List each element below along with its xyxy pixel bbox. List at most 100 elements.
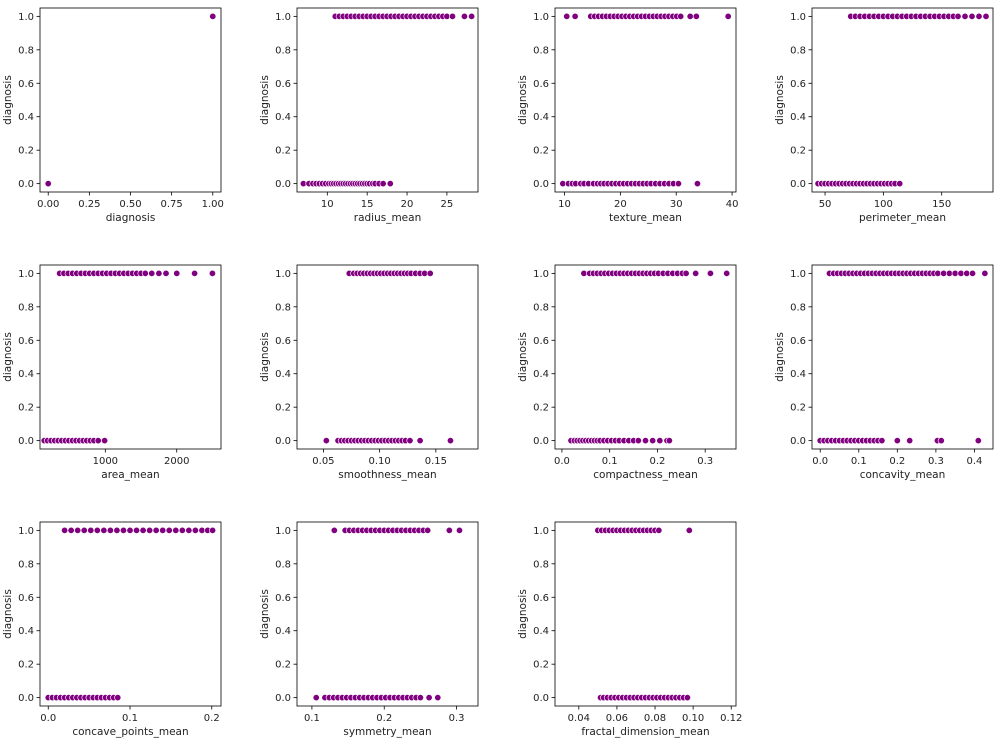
subplot-fractal_dimension_mean: 0.0 0.2 0.4 0.6 0.8 1.0 0.04 0.06 0.08 0.10 0.12 fr…	[517, 521, 742, 738]
x-tick-label: 0.25	[78, 199, 100, 210]
x-tick-label: 1.00	[202, 199, 224, 210]
x-tick-label: 30	[670, 199, 683, 210]
y-tick-label: 1.0	[533, 12, 549, 23]
y-tick-label: 0.4	[275, 112, 291, 123]
y-tick-label: 1.0	[18, 526, 34, 537]
data-point	[141, 269, 149, 277]
data-point	[426, 269, 434, 277]
subplot-perimeter_mean: 0.0 0.2 0.4 0.6 0.8 1.0 50 100 150 perimeter_mean…	[774, 7, 994, 224]
data-point	[173, 269, 181, 277]
x-tick-label: 0.0	[812, 456, 828, 467]
data-point	[445, 526, 453, 534]
subplot-radius_mean: 0.0 0.2 0.4 0.6 0.8 1.0 10 15 20 25 radius_mean dia…	[259, 7, 479, 224]
y-tick-label: 0.6	[790, 79, 806, 90]
data-point	[172, 526, 180, 534]
data-point	[961, 12, 969, 20]
y-tick-label: 1.0	[790, 12, 806, 23]
y-tick-label: 0.8	[275, 45, 291, 56]
y-tick-label: 0.6	[275, 336, 291, 347]
x-tick-label: 0.15	[425, 456, 447, 467]
data-point	[968, 12, 976, 20]
data-point	[416, 437, 424, 445]
data-point	[155, 269, 163, 277]
y-tick-label: 0.0	[275, 436, 291, 447]
x-axis-label: fractal_dimension_mean	[581, 726, 709, 738]
y-tick-label: 0.2	[533, 403, 549, 414]
subplot-smoothness_mean: 0.0 0.2 0.4 0.6 0.8 1.0 0.05 0.10 0.15 smoothness…	[259, 264, 479, 481]
data-point	[682, 269, 690, 277]
data-point	[74, 526, 82, 534]
data-point	[677, 12, 685, 20]
y-axis-label: diagnosis	[517, 589, 529, 639]
axes-frame	[554, 264, 737, 450]
y-tick-label: 0.2	[275, 146, 291, 157]
y-tick-label: 0.6	[18, 79, 34, 90]
y-tick-label: 0.4	[275, 369, 291, 380]
y-tick-label: 0.4	[18, 112, 34, 123]
y-axis-label: diagnosis	[517, 332, 529, 382]
data-point	[896, 180, 904, 188]
data-point	[655, 526, 663, 534]
x-tick-label: 0.12	[720, 713, 742, 724]
y-tick-label: 1.0	[533, 269, 549, 280]
x-tick-label: 0.3	[697, 456, 713, 467]
data-point	[723, 269, 731, 277]
data-point	[379, 180, 387, 188]
axes-frame	[296, 7, 479, 193]
y-tick-label: 0.6	[790, 336, 806, 347]
axes-frame	[811, 264, 994, 450]
y-tick-label: 1.0	[18, 12, 34, 23]
axes-frame	[296, 264, 479, 450]
data-point	[571, 12, 579, 20]
x-tick-label: 0.06	[606, 713, 628, 724]
data-point	[386, 180, 394, 188]
data-point	[693, 180, 701, 188]
y-tick-label: 0.4	[790, 112, 806, 123]
data-point	[416, 694, 424, 702]
subplot-concave_points_mean: 0.0 0.2 0.4 0.6 0.8 1.0 0.0 0.1 0.2 concave_point…	[2, 521, 222, 738]
data-point	[906, 437, 914, 445]
data-point	[945, 269, 953, 277]
data-point	[208, 269, 216, 277]
data-point	[101, 437, 109, 445]
x-tick-label: 2000	[164, 456, 189, 467]
data-point	[185, 526, 193, 534]
x-tick-label: 0.1	[122, 713, 138, 724]
data-point	[312, 694, 320, 702]
data-point	[209, 526, 217, 534]
x-tick-label: 20	[401, 199, 414, 210]
figure: 0.0 0.2 0.4 0.6 0.8 1.0 0.00 0.25 0.50 0.75 1.00 di…	[2, 7, 994, 738]
x-axis-label: symmetry_mean	[343, 726, 431, 738]
x-axis-label: texture_mean	[609, 212, 682, 224]
data-point	[665, 437, 673, 445]
data-point	[330, 526, 338, 534]
data-point	[446, 437, 454, 445]
x-tick-label: 0.50	[119, 199, 141, 210]
x-axis-label: smoothness_mean	[338, 469, 436, 481]
y-tick-label: 0.0	[533, 693, 549, 704]
y-axis-label: diagnosis	[517, 75, 529, 125]
data-point	[937, 437, 945, 445]
y-axis-label: diagnosis	[774, 75, 786, 125]
x-axis-label: diagnosis	[106, 212, 156, 224]
data-point	[146, 526, 154, 534]
y-tick-label: 0.8	[533, 302, 549, 313]
x-tick-label: 0.08	[644, 713, 666, 724]
x-tick-label: 0.0	[554, 456, 570, 467]
y-tick-label: 0.2	[275, 660, 291, 671]
y-tick-label: 0.4	[533, 369, 549, 380]
data-point	[162, 269, 170, 277]
y-tick-label: 0.6	[533, 336, 549, 347]
data-point	[641, 437, 649, 445]
axes-frame	[296, 521, 479, 707]
data-point	[878, 437, 886, 445]
data-point	[563, 12, 571, 20]
y-tick-label: 0.8	[533, 559, 549, 570]
subplot-symmetry_mean: 0.0 0.2 0.4 0.6 0.8 1.0 0.1 0.2 0.3 symmetry_mean…	[259, 521, 479, 738]
data-point	[159, 526, 167, 534]
data-point	[67, 526, 75, 534]
data-point	[974, 437, 982, 445]
y-tick-label: 0.0	[275, 179, 291, 190]
data-point	[634, 437, 642, 445]
y-axis-label: diagnosis	[2, 332, 14, 382]
